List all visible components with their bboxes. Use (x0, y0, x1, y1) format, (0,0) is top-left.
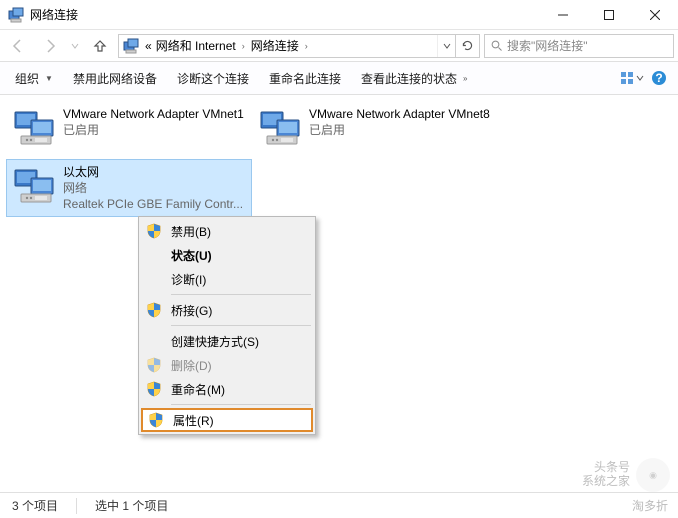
network-adapter-icon (13, 164, 57, 208)
adapter-item-selected[interactable]: 以太网 网络 Realtek PCIe GBE Family Contr... (6, 159, 252, 217)
title-bar: 网络连接 (0, 0, 678, 30)
adapter-network: 网络 (63, 180, 243, 196)
ctx-disable[interactable]: 禁用(B) (141, 219, 313, 243)
address-bar[interactable]: « 网络和 Internet › 网络连接 › (118, 34, 480, 58)
search-placeholder: 搜索"网络连接" (507, 37, 588, 54)
view-options-button[interactable] (618, 65, 644, 91)
ctx-diagnose[interactable]: 诊断(I) (141, 267, 313, 291)
organize-button[interactable]: 组织▼ (6, 66, 62, 91)
disable-device-button[interactable]: 禁用此网络设备 (64, 66, 166, 91)
view-status-button[interactable]: 查看此连接的状态» (352, 66, 476, 91)
ctx-shortcut[interactable]: 创建快捷方式(S) (141, 329, 313, 353)
breadcrumb-root[interactable]: « (143, 35, 154, 57)
app-icon (8, 7, 24, 23)
back-button[interactable] (4, 33, 32, 59)
ctx-properties[interactable]: 属性(R) (141, 408, 313, 432)
chevron-down-icon: ▼ (45, 74, 53, 83)
item-count: 3 个项目 (12, 497, 58, 514)
adapter-item[interactable]: VMware Network Adapter VMnet8 已启用 (252, 101, 498, 159)
separator (171, 404, 311, 405)
forward-button[interactable] (36, 33, 64, 59)
search-icon (491, 40, 503, 52)
window-title: 网络连接 (30, 6, 540, 23)
breadcrumb-network-connections[interactable]: 网络连接 (249, 35, 301, 57)
maximize-button[interactable] (586, 0, 632, 30)
adapter-status: 已启用 (309, 122, 490, 138)
separator (171, 325, 311, 326)
breadcrumb-network-internet[interactable]: 网络和 Internet (154, 35, 238, 57)
separator (171, 294, 311, 295)
history-dropdown[interactable] (68, 33, 82, 59)
adapter-name: 以太网 (63, 164, 243, 180)
shield-icon (146, 381, 162, 397)
up-button[interactable] (86, 33, 114, 59)
close-button[interactable] (632, 0, 678, 30)
svg-text:?: ? (655, 71, 662, 85)
chevron-right-icon[interactable]: › (238, 41, 249, 51)
help-button[interactable]: ? (646, 65, 672, 91)
refresh-button[interactable] (455, 35, 479, 57)
shield-icon (146, 302, 162, 318)
adapter-status: 已启用 (63, 122, 244, 138)
ctx-rename[interactable]: 重命名(M) (141, 377, 313, 401)
chevron-right-icon[interactable]: › (301, 41, 312, 51)
adapter-name: VMware Network Adapter VMnet8 (309, 106, 490, 122)
ctx-status[interactable]: 状态(U) (141, 243, 313, 267)
toolbar: 组织▼ 禁用此网络设备 诊断这个连接 重命名此连接 查看此连接的状态» ? (0, 62, 678, 95)
diagnose-button[interactable]: 诊断这个连接 (168, 66, 258, 91)
shield-icon (148, 412, 164, 428)
ctx-bridge[interactable]: 桥接(G) (141, 298, 313, 322)
selection-count: 选中 1 个项目 (95, 497, 168, 514)
adapter-item[interactable]: VMware Network Adapter VMnet1 已启用 (6, 101, 252, 159)
minimize-button[interactable] (540, 0, 586, 30)
address-dropdown[interactable] (437, 35, 455, 57)
network-adapter-icon (13, 106, 57, 150)
chevron-right-icon: » (463, 74, 467, 83)
search-input[interactable]: 搜索"网络连接" (484, 34, 674, 58)
address-row: « 网络和 Internet › 网络连接 › 搜索"网络连接" (0, 30, 678, 62)
location-icon (123, 38, 139, 54)
content-area: VMware Network Adapter VMnet1 已启用 VMware… (0, 95, 678, 485)
rename-button[interactable]: 重命名此连接 (260, 66, 350, 91)
context-menu: 禁用(B) 状态(U) 诊断(I) 桥接(G) 创建快捷方式(S) 删除(D) … (138, 216, 316, 435)
status-bar: 3 个项目 选中 1 个项目 (0, 492, 678, 518)
adapter-name: VMware Network Adapter VMnet1 (63, 106, 244, 122)
shield-icon (146, 357, 162, 373)
ctx-delete[interactable]: 删除(D) (141, 353, 313, 377)
network-adapter-icon (259, 106, 303, 150)
shield-icon (146, 223, 162, 239)
divider (76, 498, 77, 514)
adapter-device: Realtek PCIe GBE Family Contr... (63, 196, 243, 212)
